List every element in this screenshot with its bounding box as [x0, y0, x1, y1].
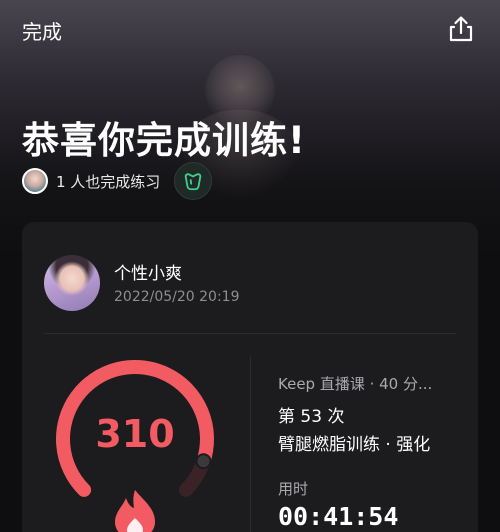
workout-record-card: 个性小爽 2022/05/20 20:19 310 Keep 直播课 · 40 …: [22, 222, 478, 532]
avatar[interactable]: [22, 168, 48, 194]
workout-timestamp: 2022/05/20 20:19: [114, 289, 240, 305]
like-button[interactable]: [174, 162, 213, 200]
top-bar: 完成: [0, 0, 500, 60]
flame-icon: [115, 490, 155, 532]
completed-by-row[interactable]: 1 人也完成练习: [22, 162, 213, 200]
divider: [250, 356, 251, 532]
session-count: 第 53 次: [278, 407, 345, 427]
completed-count-text[interactable]: 1 人也完成练习: [56, 171, 160, 192]
page-title: 恭喜你完成训练!: [22, 119, 306, 162]
share-icon[interactable]: [446, 14, 476, 44]
course-name[interactable]: 臂腿燃脂训练 · 强化: [278, 430, 430, 455]
divider: [44, 333, 456, 334]
duration-label: 用时: [278, 480, 309, 498]
done-button[interactable]: 完成: [22, 16, 62, 45]
calorie-value: 310: [95, 412, 175, 456]
duration-value: 00:41:54: [278, 502, 399, 531]
course-source[interactable]: Keep 直播课 · 40 分...: [278, 373, 432, 394]
thumbs-up-icon: [185, 173, 202, 191]
avatar[interactable]: [44, 255, 100, 311]
gauge-end-knob: [195, 453, 212, 470]
username[interactable]: 个性小爽: [114, 259, 182, 284]
